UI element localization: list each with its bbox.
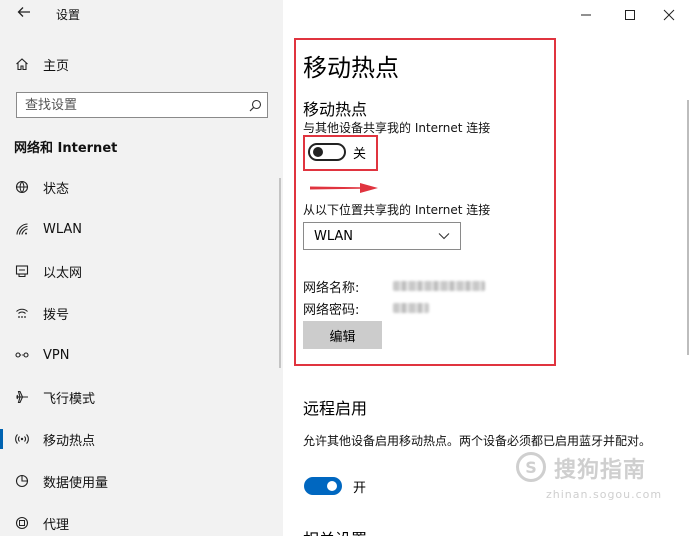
home-icon — [14, 56, 30, 72]
network-password-label: 网络密码: — [303, 303, 360, 318]
section-title: 网络和 Internet — [14, 141, 118, 156]
globe-icon — [14, 179, 30, 195]
sidebar-item-label: 拨号 — [43, 307, 70, 323]
hotspot-toggle-label: 关 — [353, 147, 367, 162]
back-arrow-icon[interactable] — [14, 4, 34, 24]
edit-button[interactable]: 编辑 — [303, 321, 382, 349]
airplane-icon — [14, 389, 30, 405]
sidebar-item-label: WLAN — [43, 221, 83, 237]
chevron-down-icon — [438, 229, 450, 244]
hotspot-icon — [14, 431, 30, 447]
minimize-icon[interactable] — [572, 4, 600, 26]
nav-home-label: 主页 — [43, 58, 70, 74]
remote-heading: 远程启用 — [303, 399, 368, 418]
watermark-logo-icon: S — [516, 452, 546, 482]
hotspot-heading: 移动热点 — [303, 100, 368, 119]
network-password-value-blurred — [393, 303, 429, 313]
page-title: 移动热点 — [303, 54, 399, 82]
window-title: 设置 — [56, 8, 81, 22]
sidebar-item-dialup[interactable]: 拨号 — [0, 292, 283, 334]
dialup-icon — [14, 305, 30, 321]
main-scrollbar[interactable] — [687, 100, 689, 355]
sidebar-item-airplane-mode[interactable]: 飞行模式 — [0, 376, 283, 418]
sidebar: 设置 主页 网络和 Internet 状态 WLAN — [0, 0, 283, 536]
watermark-sub: zhinan.sogou.com — [546, 488, 663, 501]
sidebar-item-wlan[interactable]: WLAN — [0, 208, 283, 250]
search-icon[interactable] — [243, 99, 267, 112]
sidebar-item-ethernet[interactable]: 以太网 — [0, 250, 283, 292]
vpn-icon — [14, 347, 30, 363]
remote-toggle[interactable] — [304, 477, 342, 495]
nav-list: 状态 WLAN 以太网 拨号 VPN 飞行模式 移动热点 数据使用量 代理 — [0, 166, 283, 544]
search-box[interactable] — [16, 92, 268, 118]
main-content: 移动热点 移动热点 与其他设备共享我的 Internet 连接 关 从以下位置共… — [283, 0, 692, 536]
related-settings-heading: 相关设置 — [303, 526, 367, 536]
proxy-icon — [14, 515, 30, 531]
hotspot-share-desc: 与其他设备共享我的 Internet 连接 — [303, 121, 491, 135]
hotspot-toggle[interactable] — [308, 143, 346, 161]
sidebar-item-label: 移动热点 — [43, 433, 96, 449]
ethernet-icon — [14, 263, 30, 279]
sidebar-item-label: 代理 — [43, 517, 70, 533]
sidebar-item-data-usage[interactable]: 数据使用量 — [0, 460, 283, 502]
watermark: S 搜狗指南 zhinan.sogou.com — [516, 446, 686, 516]
data-usage-icon — [14, 473, 30, 489]
nav-home[interactable]: 主页 — [14, 54, 69, 74]
network-name-value-blurred — [393, 281, 485, 291]
sidebar-item-vpn[interactable]: VPN — [0, 334, 283, 376]
sidebar-item-label: 以太网 — [43, 265, 83, 281]
share-from-label: 从以下位置共享我的 Internet 连接 — [303, 203, 491, 217]
toggle-knob — [313, 147, 323, 157]
maximize-icon[interactable] — [616, 4, 644, 26]
sidebar-item-label: VPN — [43, 347, 70, 363]
sidebar-item-proxy[interactable]: 代理 — [0, 502, 283, 544]
sidebar-item-mobile-hotspot[interactable]: 移动热点 — [0, 418, 283, 460]
sidebar-item-label: 飞行模式 — [43, 391, 96, 407]
toggle-knob — [327, 481, 337, 491]
sidebar-item-status[interactable]: 状态 — [0, 166, 283, 208]
sidebar-item-label: 状态 — [43, 181, 70, 197]
wifi-icon — [14, 221, 30, 237]
share-from-select[interactable]: WLAN — [303, 222, 461, 250]
sidebar-scrollbar[interactable] — [279, 178, 281, 368]
close-icon[interactable] — [655, 4, 683, 26]
annotation-arrow-icon — [310, 183, 378, 193]
share-from-value: WLAN — [314, 228, 354, 244]
sidebar-item-label: 数据使用量 — [43, 475, 109, 491]
search-input[interactable] — [17, 94, 243, 116]
network-name-label: 网络名称: — [303, 281, 360, 296]
watermark-text: 搜狗指南 — [554, 458, 647, 483]
remote-toggle-label: 开 — [353, 481, 367, 496]
